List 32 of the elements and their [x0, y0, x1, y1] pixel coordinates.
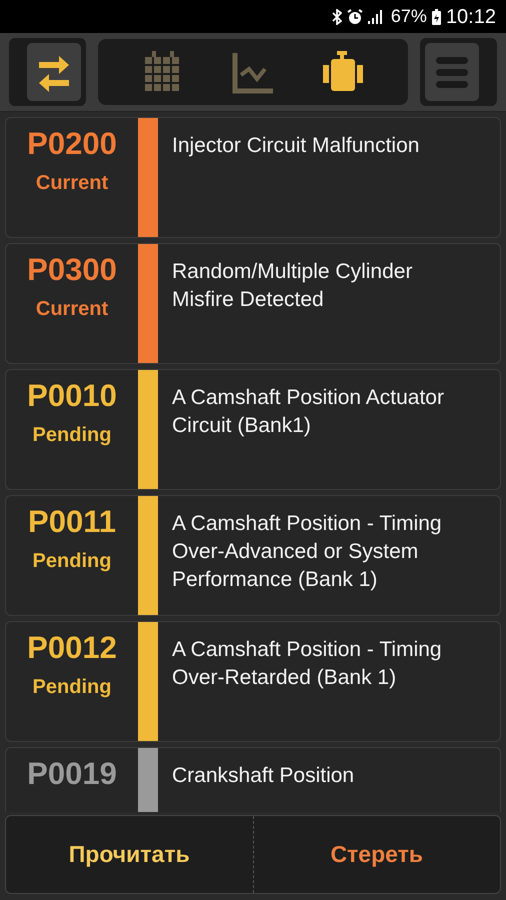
code-text: P0200 — [27, 126, 117, 162]
code-status: Current — [36, 297, 108, 322]
code-text: P0010 — [27, 378, 117, 414]
bluetooth-icon — [332, 8, 342, 24]
trouble-code-card[interactable]: P0012 Pending A Camshaft Position - Timing Over-Retarded (Bank 1) — [5, 621, 501, 742]
clock-time: 10:12 — [446, 4, 496, 30]
action-button[interactable]: Прочитать — [6, 816, 252, 893]
code-description: Injector Circuit Malfunction — [172, 133, 420, 159]
code-text: P0300 — [27, 252, 117, 288]
code-description: A Camshaft Position - Timing Over-Retarded (Bank 1) — [172, 637, 443, 691]
code-status: Pending — [32, 549, 112, 574]
trouble-code-card[interactable]: P0010 Pending A Camshaft Position Actuator Circuit (Bank1) — [5, 369, 501, 490]
trouble-code-card[interactable]: P0300 Current Random/Multiple Cylinder Misfire Detected — [5, 243, 501, 364]
alarm-icon — [346, 8, 363, 24]
code-status: Pending — [32, 675, 112, 700]
trouble-code-card[interactable]: P0011 Pending A Camshaft Position - Timing Over-Advanced or System Performance (Bank 1) — [5, 495, 501, 616]
swap-button[interactable] — [27, 43, 81, 101]
code-description: A Camshaft Position Actuator Circuit (Bank1) — [172, 385, 445, 439]
code-description: Random/Multiple Cylinder Misfire Detected — [172, 259, 414, 313]
battery-percent: 67% — [390, 5, 427, 28]
code-text: P0012 — [27, 630, 117, 666]
code-text: P0019 — [27, 756, 117, 792]
code-text: P0011 — [28, 504, 116, 540]
battery-icon — [432, 8, 441, 24]
code-description: Crankshaft Position — [172, 763, 356, 789]
code-status: Current — [36, 171, 108, 196]
action-button[interactable]: Стереть — [252, 816, 500, 893]
menu-button[interactable] — [425, 43, 479, 101]
code-status: Pending — [32, 423, 112, 448]
trouble-code-card[interactable]: P0200 Current Injector Circuit Malfunction — [5, 117, 501, 238]
trouble-code-card[interactable]: P0019 Crankshaft Position — [5, 747, 501, 812]
code-description: A Camshaft Position - Timing Over-Advanced or System Performance (Bank 1) — [172, 511, 443, 593]
